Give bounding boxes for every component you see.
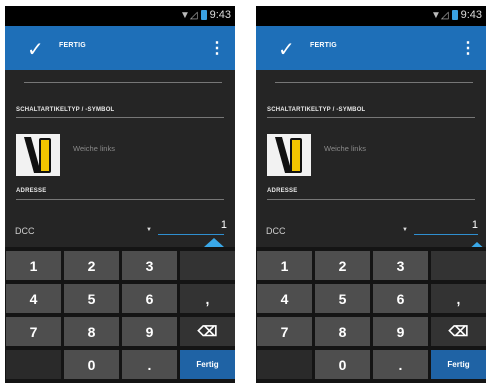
key-period[interactable]: . [122, 350, 177, 379]
check-icon[interactable]: ✓ [278, 37, 295, 62]
key-1[interactable]: 1 [6, 251, 61, 280]
key-4[interactable]: 4 [257, 284, 312, 313]
key-2[interactable]: 2 [64, 251, 119, 280]
divider [267, 199, 475, 200]
status-time: 9:43 [460, 9, 482, 21]
key-blank[interactable] [431, 251, 486, 280]
status-bar: ▼◿ 9:43 [256, 6, 486, 26]
backspace-key[interactable]: ⌫ [180, 317, 235, 346]
key-2[interactable]: 2 [315, 251, 370, 280]
wifi-icon: ▼◿ [430, 9, 449, 21]
backspace-key[interactable]: ⌫ [431, 317, 486, 346]
key-5[interactable]: 5 [315, 284, 370, 313]
type-name[interactable]: Weiche links [73, 144, 115, 153]
divider [16, 199, 224, 200]
keyboard-done-button[interactable]: Fertig [180, 350, 235, 379]
key-8[interactable]: 8 [315, 317, 370, 346]
address-input-underline [414, 234, 478, 235]
address-input-underline [158, 234, 224, 235]
status-time: 9:43 [209, 9, 231, 21]
key-7[interactable]: 7 [257, 317, 312, 346]
key-period[interactable]: . [373, 350, 428, 379]
numeric-keypad: 1 2 3 4 5 6 , 7 8 9 ⌫ 0 . Fertig [5, 247, 235, 383]
name-field-underline[interactable] [24, 82, 222, 83]
done-button[interactable]: FERTIG [59, 42, 86, 49]
key-7[interactable]: 7 [6, 317, 61, 346]
address-input[interactable]: 1 [472, 219, 478, 231]
key-5[interactable]: 5 [64, 284, 119, 313]
action-bar: ✓ FERTIG ⋮ [256, 26, 486, 70]
battery-icon [451, 10, 458, 20]
name-field-underline[interactable] [275, 82, 473, 83]
overflow-menu-icon[interactable]: ⋮ [209, 38, 225, 58]
key-next[interactable] [257, 350, 312, 379]
type-section-title: SCHALTARTIKELTYP / -SYMBOL [267, 107, 366, 113]
overflow-menu-icon[interactable]: ⋮ [460, 38, 476, 58]
key-4[interactable]: 4 [6, 284, 61, 313]
address-input[interactable]: 1 [221, 219, 227, 231]
battery-icon [200, 10, 207, 20]
key-blank[interactable] [180, 251, 235, 280]
key-3[interactable]: 3 [373, 251, 428, 280]
phone-screen-left: ▼◿ 9:43 ✓ FERTIG ⋮ SCHALTARTIKELTYP / -S… [5, 6, 235, 383]
phone-screen-right: ▼◿ 9:43 ✓ FERTIG ⋮ SCHALTARTIKELTYP / -S… [256, 6, 486, 383]
keyboard-done-button[interactable]: Fertig [431, 350, 486, 379]
status-bar: ▼◿ 9:43 [5, 6, 235, 26]
dropdown-arrow-icon[interactable]: ▼ [146, 227, 152, 233]
key-3[interactable]: 3 [122, 251, 177, 280]
dropdown-arrow-icon[interactable]: ▼ [402, 227, 408, 233]
type-section-title: SCHALTARTIKELTYP / -SYMBOL [16, 107, 115, 113]
key-0[interactable]: 0 [315, 350, 370, 379]
key-next[interactable] [6, 350, 61, 379]
turnout-left-icon[interactable] [16, 134, 60, 176]
type-name[interactable]: Weiche links [324, 144, 366, 153]
address-section-title: ADRESSE [16, 188, 47, 194]
key-1[interactable]: 1 [257, 251, 312, 280]
key-0[interactable]: 0 [64, 350, 119, 379]
protocol-select[interactable]: DCC [266, 226, 286, 236]
key-8[interactable]: 8 [64, 317, 119, 346]
wifi-icon: ▼◿ [179, 9, 198, 21]
numeric-keypad: 1 2 3 4 5 6 , 7 8 9 ⌫ 0 . Fertig [256, 247, 486, 383]
divider [16, 117, 224, 118]
key-6[interactable]: 6 [373, 284, 428, 313]
divider [267, 117, 475, 118]
done-button[interactable]: FERTIG [310, 42, 337, 49]
key-comma[interactable]: , [431, 284, 486, 313]
key-9[interactable]: 9 [373, 317, 428, 346]
key-6[interactable]: 6 [122, 284, 177, 313]
action-bar: ✓ FERTIG ⋮ [5, 26, 235, 70]
check-icon[interactable]: ✓ [27, 37, 44, 62]
key-9[interactable]: 9 [122, 317, 177, 346]
key-comma[interactable]: , [180, 284, 235, 313]
address-section-title: ADRESSE [267, 188, 298, 194]
protocol-select[interactable]: DCC [15, 226, 35, 236]
turnout-left-icon[interactable] [267, 134, 311, 176]
